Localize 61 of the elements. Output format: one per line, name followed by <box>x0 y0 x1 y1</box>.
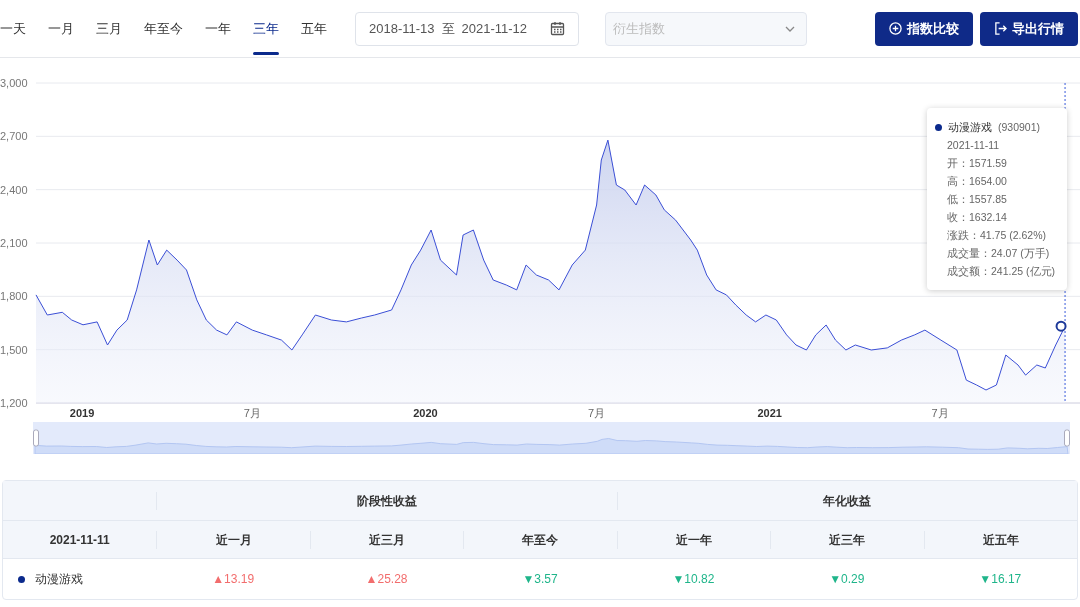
return-value: ▼3.57 <box>522 572 558 586</box>
index-code: (930901) <box>998 120 1041 135</box>
x-axis-label: 7月 <box>931 407 949 419</box>
tooltip-line: 2021-11-11 <box>946 138 1001 153</box>
period-tab[interactable]: 五年 <box>301 0 327 57</box>
tooltip-line: 涨跌：41.75 (2.62%) <box>946 228 1047 243</box>
start-date: 2018-11-13 <box>369 19 435 38</box>
data-point-marker <box>1055 320 1067 332</box>
chevron-down-icon <box>785 25 795 32</box>
return-value: ▼0.29 <box>829 572 865 586</box>
return-value: ▼10.82 <box>672 572 715 586</box>
period-tab[interactable]: 一天 <box>0 0 26 57</box>
column-header: 近一月 <box>156 530 310 549</box>
column-group-header: 阶段性收益 <box>156 491 617 510</box>
return-value: ▲13.19 <box>212 572 255 586</box>
x-axis-label: 7月 <box>588 407 606 419</box>
column-header: 近一年 <box>616 530 771 549</box>
y-axis-label: 2,100 <box>0 237 28 249</box>
tooltip-line: 低：1557.85 <box>946 192 1008 207</box>
range-handle <box>1064 429 1070 447</box>
period-tab[interactable]: 三月 <box>96 0 122 57</box>
period-tab[interactable]: 一月 <box>48 0 74 57</box>
tooltip-line: 成交额：241.25 (亿元) <box>946 264 1057 279</box>
x-axis-label: 2021 <box>757 407 782 419</box>
column-header: 近五年 <box>923 530 1077 549</box>
period-tab[interactable]: 三年 <box>253 0 279 57</box>
return-value: ▼16.17 <box>979 572 1022 586</box>
compare-button[interactable]: 指数比较 <box>875 11 973 46</box>
range-separator: 至 <box>441 19 455 38</box>
export-icon <box>994 22 1007 35</box>
period-tab[interactable]: 一年 <box>205 0 231 57</box>
period-tab[interactable]: 年至今 <box>144 0 183 57</box>
return-value: ▲25.28 <box>365 572 408 586</box>
dropdown-placeholder: 衍生指数 <box>613 19 665 38</box>
column-header: 年至今 <box>463 530 617 549</box>
range-handle <box>33 429 39 447</box>
calendar-icon <box>550 21 565 36</box>
index-name: 动漫游戏 <box>35 571 83 588</box>
series-name: 动漫游戏 <box>948 120 992 135</box>
tooltip-line: 开：1571.59 <box>946 156 1008 171</box>
range-navigator[interactable] <box>33 422 1070 454</box>
column-header: 近三年 <box>770 530 924 549</box>
date-range-picker[interactable]: 2018-11-13 至 2021-11-12 <box>355 11 579 46</box>
y-axis-label: 2,700 <box>0 130 28 143</box>
column-group-header: 年化收益 <box>616 491 1077 510</box>
plus-circle-icon <box>889 22 902 35</box>
tooltip-line: 成交量：24.07 (万手) <box>946 246 1051 261</box>
tooltip-line: 高：1654.00 <box>946 174 1008 189</box>
export-button[interactable]: 导出行情 <box>980 11 1078 46</box>
y-axis-label: 1,800 <box>0 290 28 303</box>
x-axis-label: 2019 <box>69 407 95 419</box>
column-header: 2021-11-11 <box>48 531 111 549</box>
y-axis-label: 1,200 <box>0 397 28 409</box>
end-date: 2021-11-12 <box>461 19 528 38</box>
y-axis-label: 2,400 <box>0 183 28 196</box>
tooltip-line: 收：1632.14 <box>946 210 1008 225</box>
y-axis-label: 1,500 <box>0 343 28 356</box>
x-axis-label: 7月 <box>243 407 261 419</box>
column-header: 近三月 <box>309 530 464 549</box>
x-axis-label: 2020 <box>413 407 438 419</box>
y-axis-label: 3,000 <box>0 77 28 89</box>
